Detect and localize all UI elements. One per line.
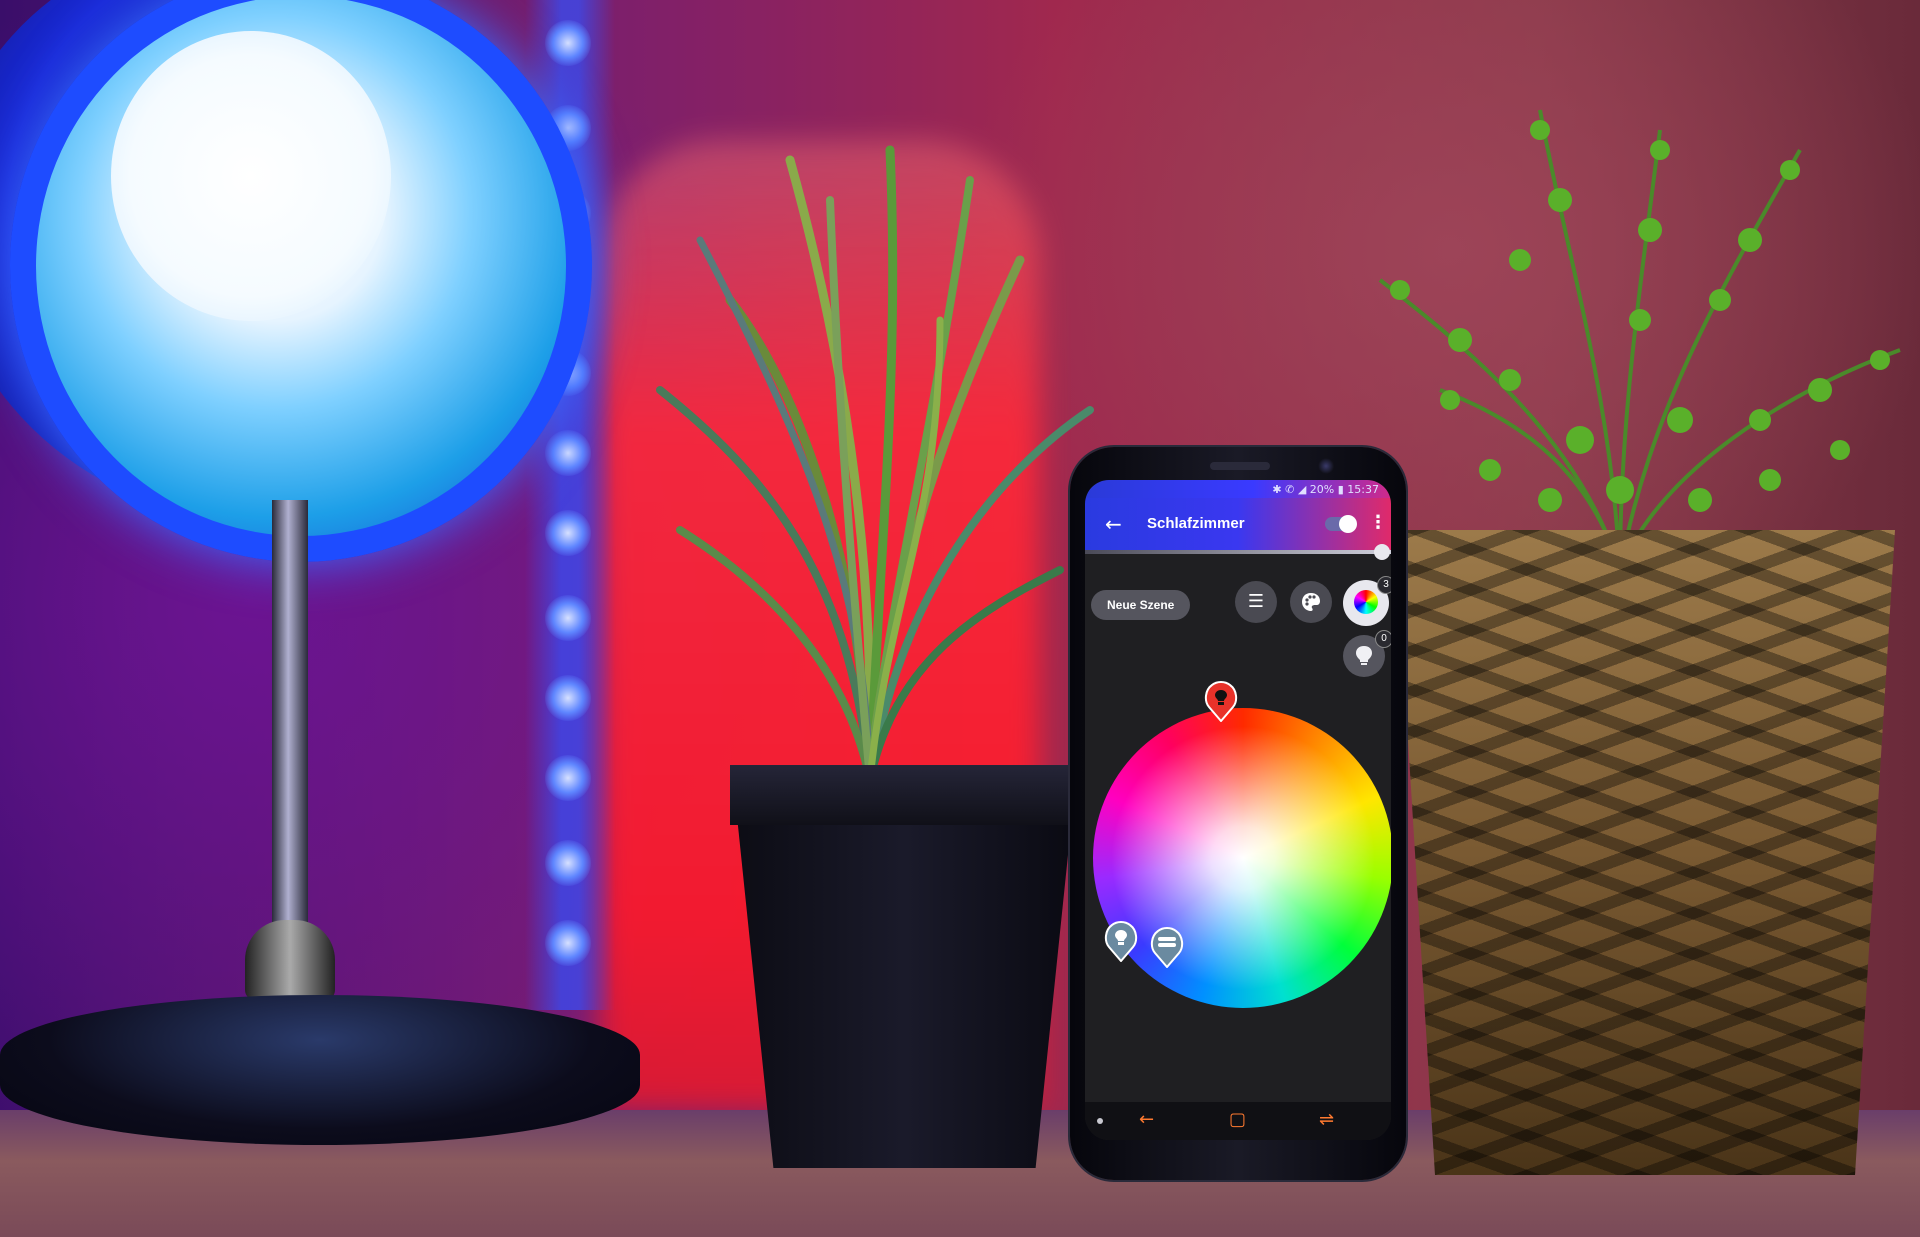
list-icon[interactable]: ☰ [1235,581,1277,623]
led-strip-marker-icon[interactable] [1149,926,1185,968]
new-scene-button[interactable]: Neue Szene [1091,590,1191,620]
led-light [545,920,591,966]
home-icon[interactable]: ▢ [1229,1110,1246,1130]
phone-screen: ✱ ✆ ◢ 20% ▮ 15:37 ← Schlafzimmer ⋮ Neue … [1085,480,1391,1140]
palette-glyph [1302,593,1320,611]
led-light [545,430,591,476]
pot-rim [730,765,1080,825]
brightness-slider-handle[interactable] [1374,544,1390,560]
led-light [545,510,591,556]
lamp-stem [272,500,308,950]
led-light [545,840,591,886]
lamp-joint [245,920,335,1000]
wicker-basket [1395,530,1895,1175]
phone-speaker [1210,462,1270,470]
app-bar: ← Schlafzimmer ⋮ [1085,498,1391,550]
led-light [545,595,591,641]
brightness-slider[interactable] [1085,550,1391,554]
bulb-marker-icon[interactable] [1203,680,1239,722]
black-flower-pot [732,768,1077,1168]
color-wheel[interactable] [1093,708,1391,1008]
lamp-reflector [10,0,592,562]
toggle-knob [1339,515,1357,533]
lamp-bulb [111,31,391,321]
led-light [545,675,591,721]
more-vert-icon[interactable]: ⋮ [1369,514,1387,532]
palette-icon[interactable] [1290,581,1332,623]
nav-indicator-dot [1097,1118,1103,1124]
status-text: ✱ ✆ ◢ 20% ▮ 15:37 [1272,483,1379,496]
bulb-glyph [1356,646,1372,665]
bulb-marker-icon[interactable] [1103,920,1139,962]
arrow-left-icon[interactable]: ← [1139,1110,1154,1130]
count-badge: 3 [1377,576,1391,594]
count-badge: 0 [1375,630,1391,648]
room-power-toggle[interactable] [1325,515,1357,533]
led-light [545,755,591,801]
status-bar: ✱ ✆ ◢ 20% ▮ 15:37 [1085,480,1391,498]
arrow-left-icon[interactable]: ← [1105,514,1122,534]
lamp-base [0,995,640,1145]
grass-plant [656,145,1094,780]
phone-camera [1318,458,1334,474]
photo-scene: ✱ ✆ ◢ 20% ▮ 15:37 ← Schlafzimmer ⋮ Neue … [0,0,1920,1237]
system-nav-bar: ← ▢ ⇌ [1085,1102,1391,1140]
led-light [545,20,591,66]
color-wheel-glyph [1354,589,1378,614]
recents-icon[interactable]: ⇌ [1319,1110,1334,1130]
page-title: Schlafzimmer [1147,515,1245,532]
herb-plant [1378,109,1901,570]
